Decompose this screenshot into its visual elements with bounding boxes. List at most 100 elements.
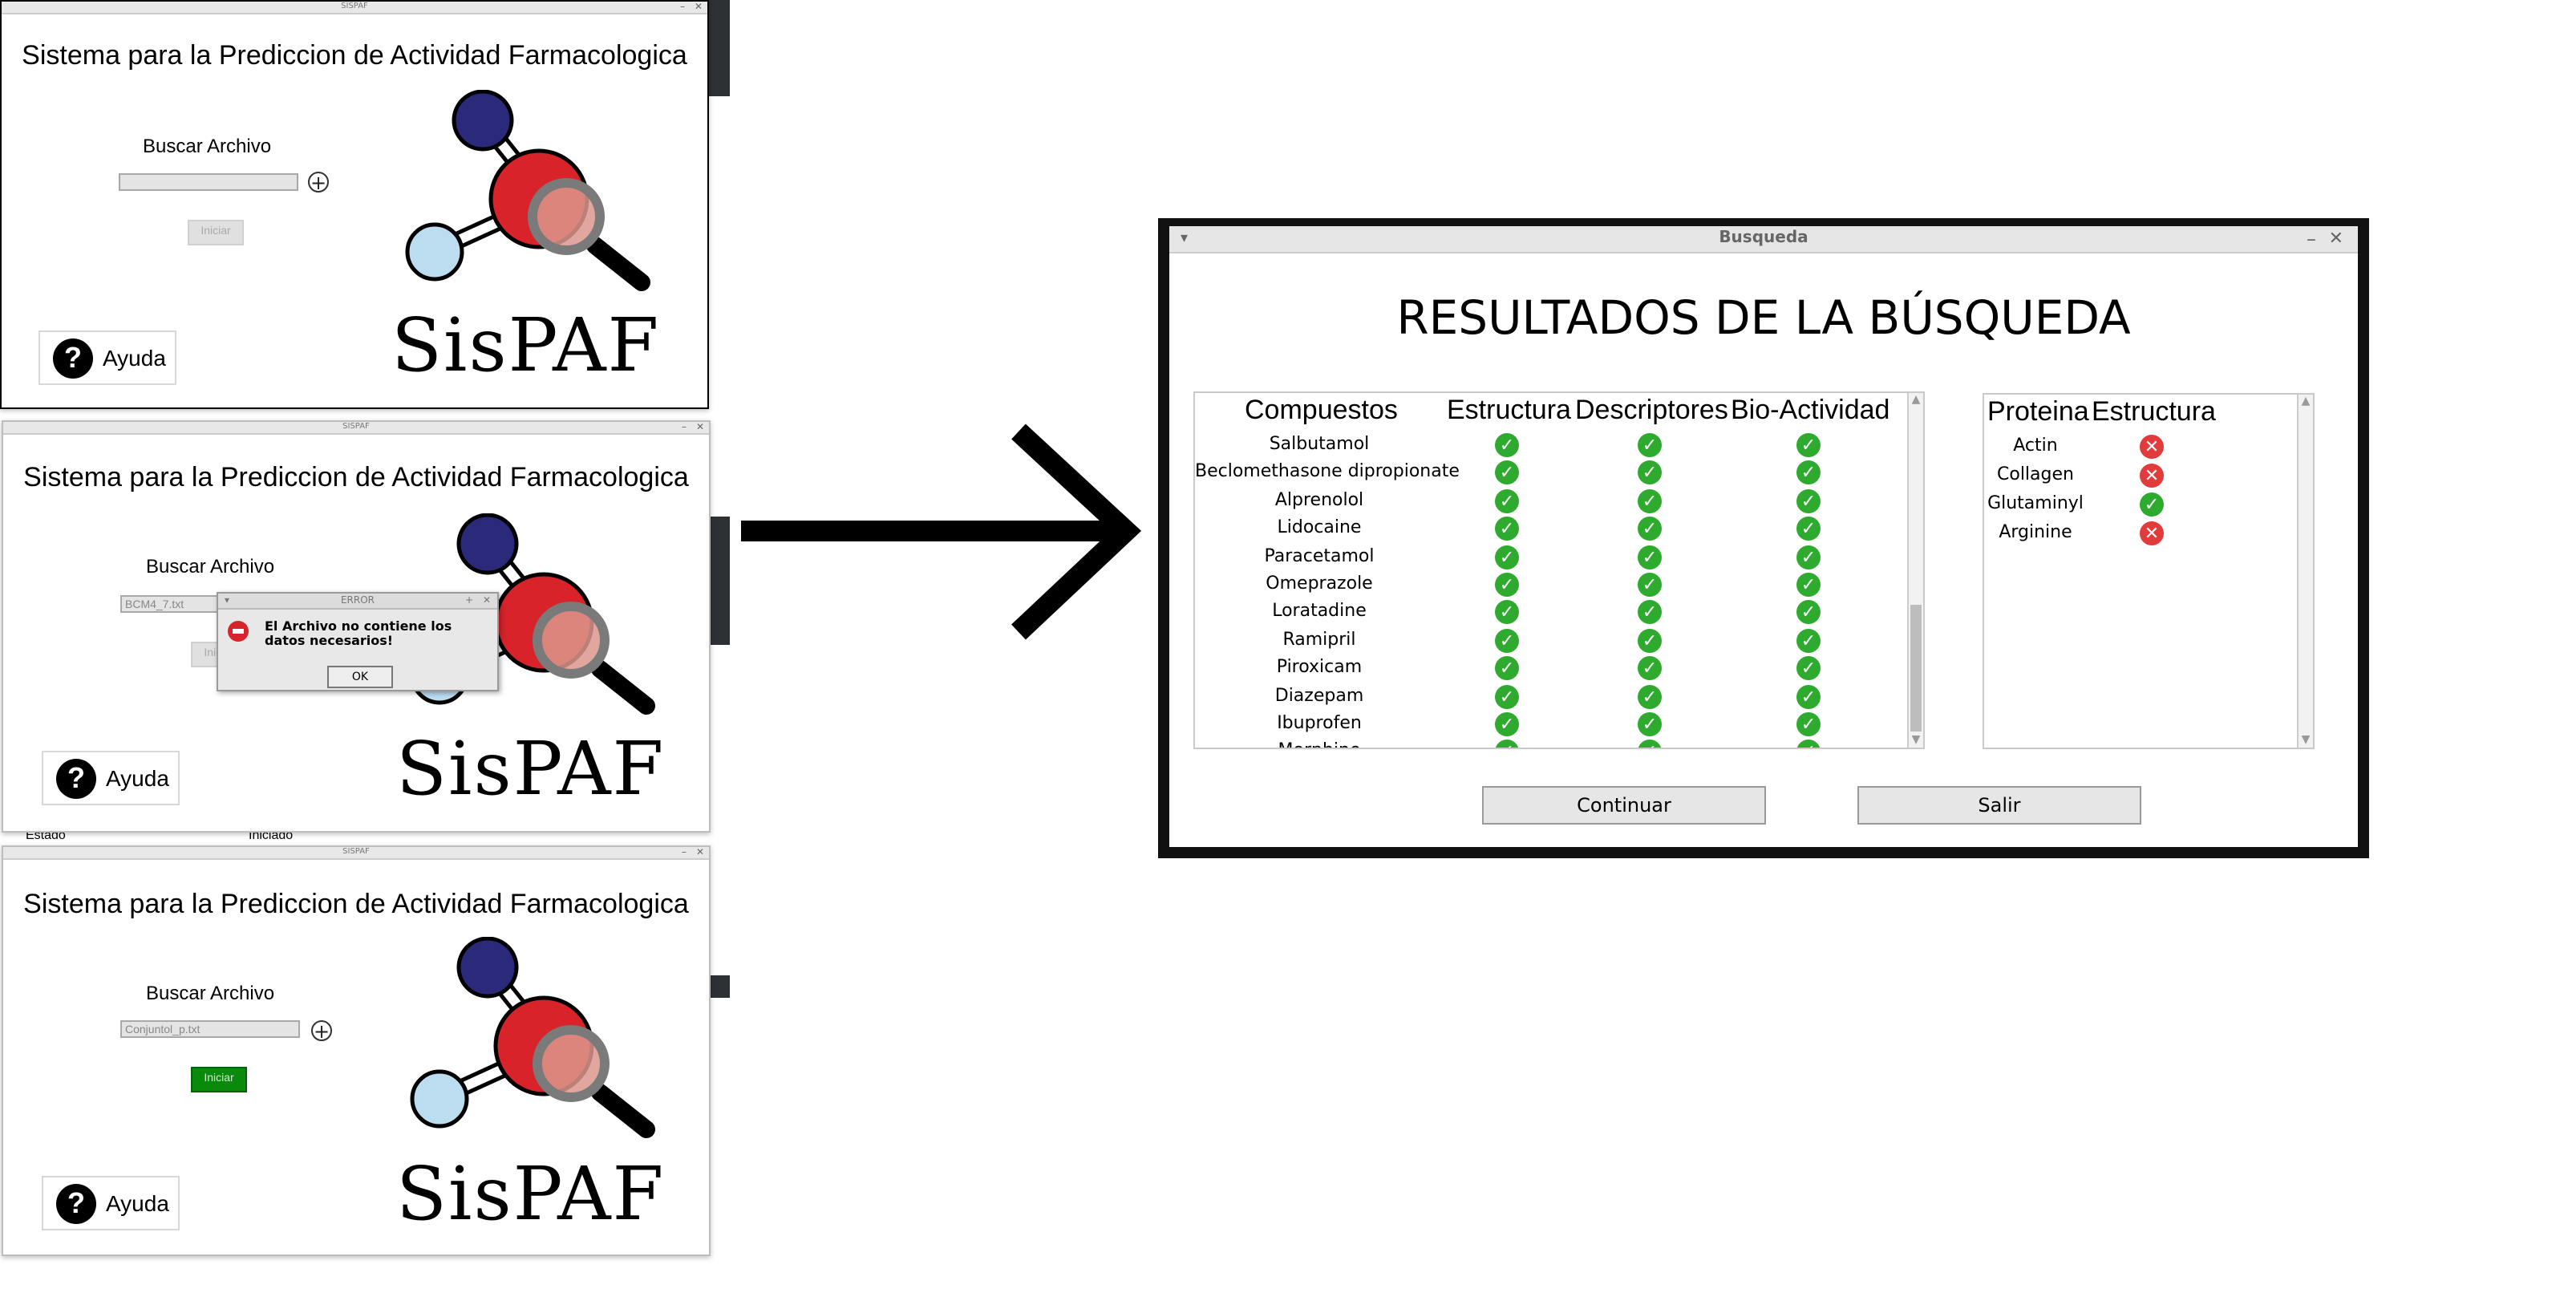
- check-circle-icon: ✓: [1638, 628, 1662, 653]
- header-compuestos: Compuestos: [1245, 395, 1398, 425]
- error-dialog: ERROR ▾ ✕ + El Archivo no contiene los d…: [217, 592, 499, 691]
- protein-name: Arginine: [1999, 521, 2072, 542]
- scroll-down-icon[interactable]: ▼: [1909, 733, 1923, 748]
- add-file-icon[interactable]: +: [308, 172, 329, 193]
- dialog-pin-icon[interactable]: +: [465, 594, 473, 608]
- brand-wordmark: SisPAF: [396, 725, 666, 812]
- app-heading: Sistema para la Prediccion de Actividad …: [22, 40, 687, 71]
- background-window-strip: [707, 0, 730, 96]
- x-circle-icon: ✕: [2140, 435, 2164, 459]
- question-icon: ?: [53, 338, 93, 379]
- check-circle-icon: ✓: [1638, 488, 1662, 513]
- protein-name: Collagen: [1997, 464, 2074, 484]
- scroll-up-icon[interactable]: ▲: [1909, 393, 1923, 407]
- molecule-logo: [410, 937, 655, 1138]
- title-bar: SISPAF ✕ –: [3, 422, 709, 435]
- app-heading: Sistema para la Prediccion de Actividad …: [23, 462, 689, 492]
- start-button[interactable]: Iniciar: [191, 1067, 247, 1092]
- scroll-down-icon[interactable]: ▼: [2299, 733, 2313, 748]
- check-circle-icon: ✓: [1638, 545, 1662, 569]
- check-circle-icon: ✓: [1638, 712, 1662, 736]
- check-circle-icon: ✓: [2140, 492, 2164, 517]
- compounds-panel: Compuestos Estructura Descriptores Bio-A…: [1193, 391, 1925, 749]
- help-button[interactable]: ? Ayuda: [38, 330, 176, 385]
- app-heading: Sistema para la Prediccion de Actividad …: [23, 889, 689, 919]
- title-bar: SISPAF ✕ –: [2, 2, 707, 14]
- help-button[interactable]: ? Ayuda: [42, 1176, 180, 1230]
- minimize-icon[interactable]: –: [2307, 226, 2316, 252]
- check-circle-icon: ✓: [1796, 573, 1821, 597]
- check-circle-icon: ✓: [1495, 573, 1519, 597]
- error-icon: [228, 621, 249, 642]
- check-circle-icon: ✓: [1796, 488, 1821, 513]
- check-circle-icon: ✓: [1796, 517, 1821, 541]
- check-circle-icon: ✓: [1638, 684, 1662, 709]
- dialog-menu-icon[interactable]: ▾: [225, 594, 229, 608]
- check-circle-icon: ✓: [1796, 656, 1821, 681]
- exit-button[interactable]: Salir: [1857, 786, 2141, 825]
- check-circle-icon: ✓: [1638, 740, 1662, 748]
- molecule-logo: [405, 90, 650, 291]
- brand-wordmark: SisPAF: [391, 302, 661, 388]
- check-circle-icon: ✓: [1495, 433, 1519, 457]
- check-circle-icon: ✓: [1796, 740, 1821, 748]
- protein-name: Glutaminyl: [1987, 492, 2084, 513]
- header-bioactividad: Bio-Actividad: [1731, 395, 1890, 425]
- file-path-input[interactable]: Conjuntol_p.txt: [120, 1020, 300, 1038]
- help-label: Ayuda: [106, 765, 169, 791]
- sispaf-window-1: SISPAF ✕ – Sistema para la Prediccion de A…: [0, 0, 709, 409]
- proteins-panel: Proteina Estructura Actin ✕ Collagen ✕ Gluta…: [1983, 393, 2315, 749]
- proteins-scrollbar[interactable]: ▲ ▼: [2297, 395, 2313, 748]
- minimize-icon[interactable]: –: [682, 422, 687, 433]
- question-icon: ?: [56, 1184, 96, 1224]
- minimize-icon[interactable]: –: [680, 2, 685, 13]
- file-path-input[interactable]: [119, 173, 298, 191]
- window-menu-icon[interactable]: ▾: [1181, 226, 1188, 252]
- header-descriptores: Descriptores: [1575, 395, 1728, 425]
- protein-name: Actin: [2013, 435, 2058, 456]
- x-circle-icon: ✕: [2140, 521, 2164, 545]
- check-circle-icon: ✓: [1495, 628, 1519, 653]
- check-circle-icon: ✓: [1638, 656, 1662, 681]
- window-title: SISPAF: [342, 847, 370, 857]
- compound-name: Diazepam: [1274, 684, 1364, 706]
- compound-name: Loratadine: [1272, 600, 1367, 622]
- check-circle-icon: ✓: [1638, 573, 1662, 597]
- check-circle-icon: ✓: [1495, 545, 1519, 569]
- background-window-strip: [711, 975, 730, 998]
- window-title: SISPAF: [342, 422, 370, 432]
- compound-name: Alprenolol: [1274, 488, 1364, 510]
- title-bar: SISPAF ✕ –: [3, 847, 709, 860]
- results-window: Busqueda ▾ – ✕ RESULTADOS DE LA BÚSQUEDA…: [1158, 218, 2369, 858]
- chevron-right-icon: [741, 424, 1142, 640]
- question-icon: ?: [56, 759, 96, 799]
- check-circle-icon: ✓: [1638, 517, 1662, 541]
- compound-name: Piroxicam: [1276, 656, 1363, 678]
- close-icon[interactable]: ✕: [695, 2, 703, 13]
- brand-wordmark: SisPAF: [396, 1150, 666, 1237]
- x-circle-icon: ✕: [2140, 464, 2164, 488]
- compound-name: Ibuprofen: [1277, 712, 1362, 733]
- close-icon[interactable]: ✕: [696, 422, 704, 433]
- check-circle-icon: ✓: [1796, 628, 1821, 653]
- results-window-title: Busqueda: [1719, 229, 1808, 247]
- close-icon[interactable]: ✕: [696, 847, 704, 858]
- scroll-thumb[interactable]: [1910, 605, 1922, 732]
- scene: Estado Iniciado SISPAF ✕ – Sistema para la…: [0, 0, 2576, 1301]
- scroll-up-icon[interactable]: ▲: [2299, 395, 2313, 409]
- results-heading: RESULTADOS DE LA BÚSQUEDA: [1396, 290, 2131, 345]
- close-icon[interactable]: ✕: [2329, 226, 2343, 252]
- compounds-scrollbar[interactable]: ▲ ▼: [1907, 393, 1923, 748]
- help-button[interactable]: ? Ayuda: [42, 751, 180, 805]
- results-title-bar: Busqueda ▾ – ✕: [1169, 226, 2358, 253]
- check-circle-icon: ✓: [1638, 460, 1662, 485]
- minimize-icon[interactable]: –: [682, 847, 687, 858]
- start-button[interactable]: Iniciar: [188, 220, 244, 245]
- add-file-icon[interactable]: +: [311, 1020, 332, 1041]
- ok-button[interactable]: OK: [327, 666, 393, 688]
- check-circle-icon: ✓: [1796, 684, 1821, 709]
- dialog-close-icon[interactable]: ✕: [483, 594, 491, 608]
- header-estructura: Estructura: [1447, 395, 1571, 425]
- continue-button[interactable]: Continuar: [1482, 786, 1766, 825]
- help-label: Ayuda: [103, 345, 166, 371]
